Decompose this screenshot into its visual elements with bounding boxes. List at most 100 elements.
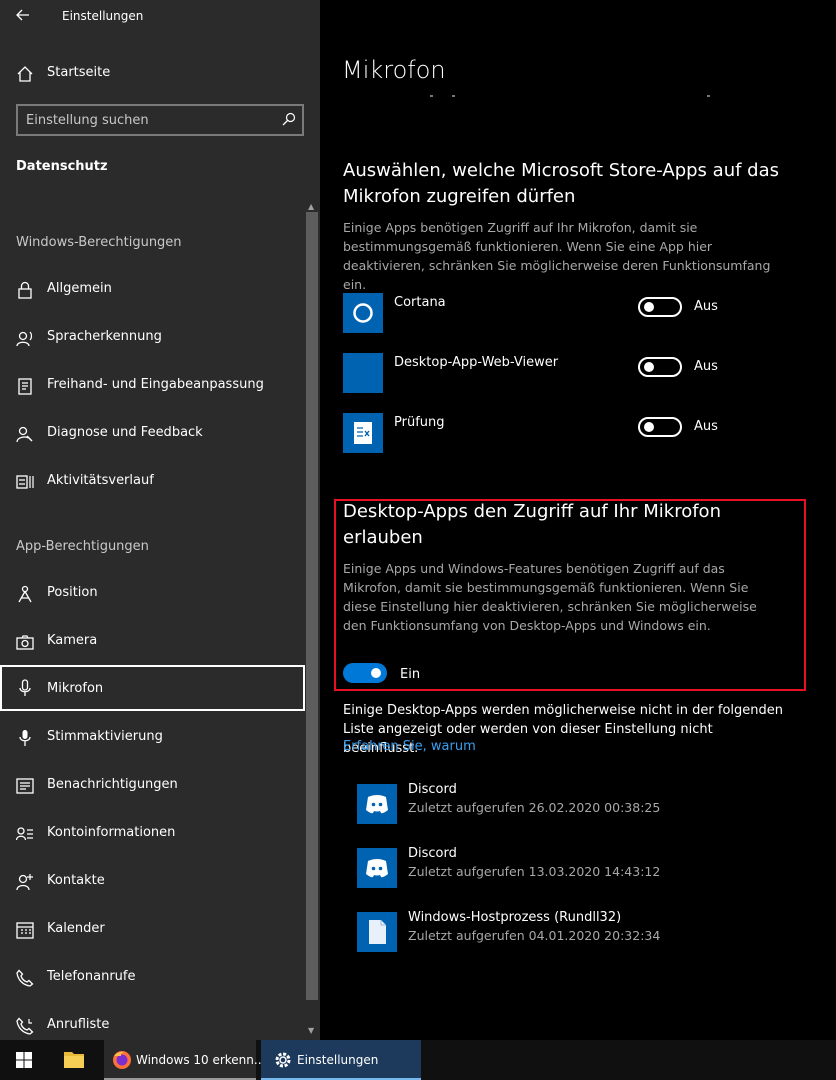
firefox-taskbar-button[interactable]: Windows 10 erkenn... bbox=[104, 1040, 265, 1080]
sidebar-item-label: Stimmaktivierung bbox=[47, 729, 163, 744]
sidebar-item-kamera[interactable]: Kamera bbox=[0, 621, 304, 661]
section-title: Datenschutz bbox=[16, 159, 108, 174]
search-input[interactable] bbox=[26, 111, 274, 129]
sidebar-item-label: Freihand- und Eingabeanpassung bbox=[47, 377, 264, 392]
scrollbar-thumb[interactable] bbox=[306, 212, 318, 1000]
camera-icon bbox=[16, 635, 34, 650]
toggle-state-label: Aus bbox=[694, 299, 718, 314]
app-name: Prüfung bbox=[394, 415, 445, 430]
start-button[interactable] bbox=[0, 1040, 48, 1080]
sidebar-item-benachrichtigungen[interactable]: Benachrichtigungen bbox=[0, 765, 304, 805]
sidebar-item-label: Kontoinformationen bbox=[47, 825, 176, 840]
taskbar: Windows 10 erkenn... Einstellungen bbox=[0, 1040, 836, 1080]
app-permissions-header: App-Berechtigungen bbox=[16, 539, 149, 554]
location-icon bbox=[18, 585, 32, 603]
store-app-row-pruefung: Prüfung Aus bbox=[343, 413, 803, 453]
store-apps-heading: Auswählen, welche Microsoft Store-Apps a… bbox=[343, 160, 779, 207]
desktop-app-last-used: Zuletzt aufgerufen 04.01.2020 20:32:34 bbox=[408, 928, 661, 943]
sidebar-item-position[interactable]: Position bbox=[0, 573, 304, 613]
desktop-app-row: Discord Zuletzt aufgerufen 13.03.2020 14… bbox=[357, 846, 797, 888]
search-box[interactable] bbox=[16, 104, 304, 136]
sidebar-item-spracherkennung[interactable]: Spracherkennung bbox=[0, 317, 304, 357]
sidebar-item-label: Diagnose und Feedback bbox=[47, 425, 203, 440]
scroll-down-icon[interactable]: ▼ bbox=[308, 1026, 314, 1035]
sidebar-item-telefonanrufe[interactable]: Telefonanrufe bbox=[0, 957, 304, 997]
title-bar: Einstellungen bbox=[0, 0, 320, 32]
notepad-icon bbox=[18, 378, 32, 395]
sidebar-item-freihand[interactable]: Freihand- und Eingabeanpassung bbox=[0, 365, 304, 405]
sidebar-item-mikrofon[interactable]: Mikrofon bbox=[0, 665, 305, 711]
desktop-app-name: Windows-Hostprozess (Rundll32) bbox=[408, 910, 622, 925]
sidebar-item-aktivitaetsverlauf[interactable]: Aktivitätsverlauf bbox=[0, 461, 304, 501]
sidebar-item-kalender[interactable]: Kalender bbox=[0, 909, 304, 949]
store-app-row-cortana: Cortana Aus bbox=[343, 293, 803, 333]
search-icon[interactable] bbox=[282, 112, 296, 126]
lock-icon bbox=[18, 281, 32, 299]
back-button[interactable] bbox=[10, 4, 38, 28]
call-history-icon bbox=[16, 1017, 34, 1035]
desktop-app-last-used: Zuletzt aufgerufen 26.02.2020 00:38:25 bbox=[408, 800, 661, 815]
desktop-apps-description: Einige Apps und Windows-Features benötig… bbox=[343, 561, 757, 633]
discord-icon bbox=[357, 848, 397, 888]
home-nav-item[interactable]: Startseite bbox=[0, 53, 304, 93]
sidebar-scrollbar[interactable]: ▲ ▼ bbox=[304, 196, 320, 1040]
pruefung-toggle[interactable] bbox=[638, 417, 682, 437]
notifications-icon bbox=[16, 778, 34, 794]
sidebar-item-label: Telefonanrufe bbox=[47, 969, 136, 984]
desktop-app-name: Discord bbox=[408, 846, 457, 861]
sidebar-item-label: Kontakte bbox=[47, 873, 105, 888]
sidebar-item-diagnose[interactable]: Diagnose und Feedback bbox=[0, 413, 304, 453]
desktop-app-name: Discord bbox=[408, 782, 457, 797]
desktop-apps-toggle-label: Ein bbox=[400, 667, 421, 682]
toggle-state-label: Aus bbox=[694, 419, 718, 434]
sidebar-item-kontoinformationen[interactable]: Kontoinformationen bbox=[0, 813, 304, 853]
desktop-apps-toggle[interactable] bbox=[343, 663, 387, 683]
clipped-content-icon bbox=[430, 95, 710, 97]
settings-taskbar-button[interactable]: Einstellungen bbox=[261, 1040, 421, 1080]
sidebar-item-label: Kalender bbox=[47, 921, 105, 936]
toggle-knob bbox=[644, 422, 654, 432]
gear-icon bbox=[275, 1052, 291, 1068]
discord-icon bbox=[357, 784, 397, 824]
sidebar-item-label: Spracherkennung bbox=[47, 329, 162, 344]
microphone-icon bbox=[19, 679, 31, 696]
desktop-apps-heading: Desktop-Apps den Zugriff auf Ihr Mikrofo… bbox=[343, 501, 721, 548]
firefox-icon bbox=[113, 1051, 131, 1069]
learn-why-link[interactable]: Erfahren Sie, warum bbox=[343, 739, 476, 754]
toggle-knob bbox=[644, 362, 654, 372]
store-app-row-desktop-app-web-viewer: Desktop-App-Web-Viewer Aus bbox=[343, 353, 803, 393]
scroll-up-icon[interactable]: ▲ bbox=[308, 202, 314, 211]
cortana-icon bbox=[343, 293, 383, 333]
sidebar-item-label: Anrufliste bbox=[47, 1017, 110, 1032]
folder-icon bbox=[64, 1052, 84, 1068]
store-apps-description: Einige Apps benötigen Zugriff auf Ihr Mi… bbox=[343, 220, 771, 292]
sidebar-item-label: Aktivitätsverlauf bbox=[47, 473, 154, 488]
desktop-app-row: Discord Zuletzt aufgerufen 26.02.2020 00… bbox=[357, 782, 797, 824]
sidebar-item-label: Position bbox=[47, 585, 98, 600]
contacts-icon bbox=[16, 874, 33, 891]
sidebar-item-label: Benachrichtigungen bbox=[47, 777, 178, 792]
toggle-knob bbox=[644, 302, 654, 312]
sidebar-item-kontakte[interactable]: Kontakte bbox=[0, 861, 304, 901]
sidebar-item-stimmaktivierung[interactable]: Stimmaktivierung bbox=[0, 717, 304, 757]
speech-icon bbox=[16, 331, 33, 347]
voice-activation-icon bbox=[19, 730, 31, 746]
sidebar-item-label: Allgemein bbox=[47, 281, 112, 296]
sidebar-item-allgemein[interactable]: Allgemein bbox=[0, 269, 304, 309]
main-content: Mikrofon Auswählen, welche Microsoft Sto… bbox=[320, 0, 836, 1040]
feedback-icon bbox=[16, 426, 33, 443]
phone-icon bbox=[16, 969, 34, 987]
windows-permissions-header: Windows-Berechtigungen bbox=[16, 235, 182, 250]
account-info-icon bbox=[16, 827, 33, 841]
file-explorer-button[interactable] bbox=[48, 1040, 100, 1080]
sidebar-item-label: Kamera bbox=[47, 633, 98, 648]
cortana-toggle[interactable] bbox=[638, 297, 682, 317]
firefox-taskbar-label: Windows 10 erkenn... bbox=[136, 1053, 266, 1067]
timeline-icon bbox=[16, 475, 34, 489]
checklist-icon bbox=[343, 413, 383, 453]
sidebar-item-anrufliste[interactable]: Anrufliste bbox=[0, 1005, 304, 1040]
window-title: Einstellungen bbox=[62, 9, 144, 23]
settings-taskbar-label: Einstellungen bbox=[297, 1053, 379, 1067]
home-label: Startseite bbox=[47, 65, 111, 80]
desktop-app-web-viewer-toggle[interactable] bbox=[638, 357, 682, 377]
